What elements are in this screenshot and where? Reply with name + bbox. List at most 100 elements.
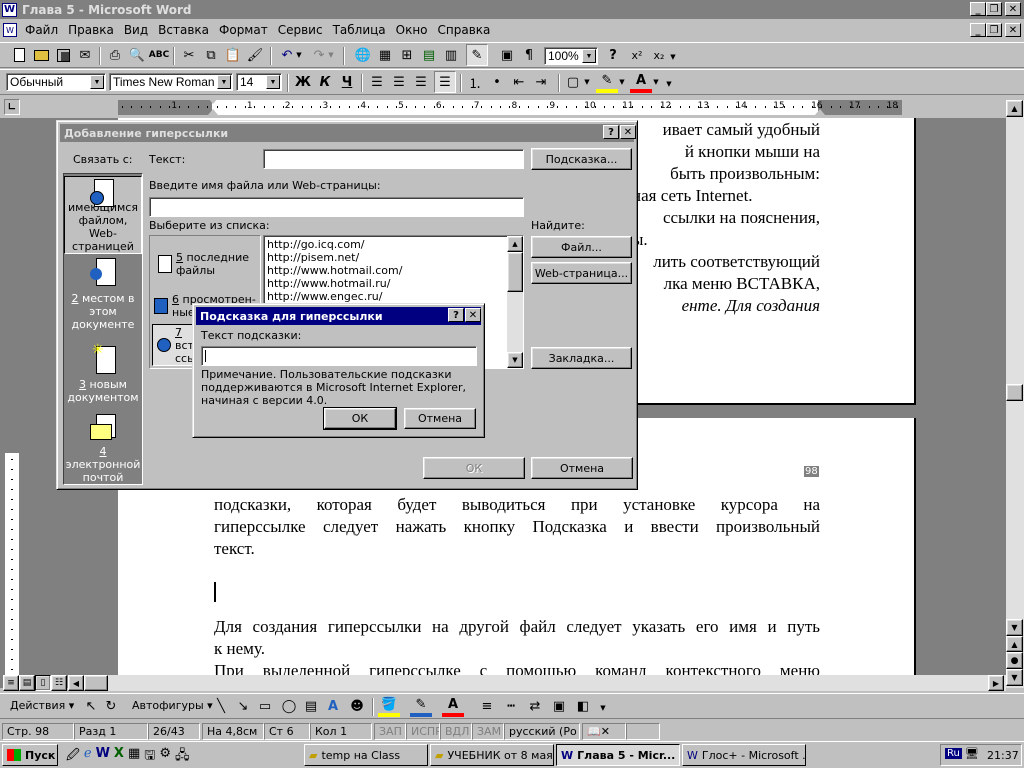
file-name-field[interactable] [149,197,524,217]
scroll-thumb[interactable] [1006,384,1023,401]
status-trk[interactable]: ИСПР [406,723,440,740]
align-left-icon[interactable]: ☰ [366,71,388,93]
restore-button[interactable]: ❐ [986,2,1002,16]
print-preview-icon[interactable]: 🔍 [126,44,148,66]
language-indicator[interactable]: Ru [945,748,962,759]
doc-minimize-button[interactable]: _ [970,23,986,37]
status-ovr[interactable]: ЗАМ [472,723,504,740]
menu-tools[interactable]: Сервис [273,23,328,37]
bullets-icon[interactable]: • [486,71,508,93]
tip-cancel-button[interactable]: Отмена [404,408,476,429]
format-painter-icon[interactable]: 🖌 [244,44,266,66]
increase-indent-icon[interactable]: ⇥ [530,71,552,93]
save-icon[interactable] [52,44,74,66]
menu-insert[interactable]: Вставка [153,23,214,37]
horizontal-ruler[interactable]: 1 1 2 3 4 5 6 7 8 9 10 11 12 13 14 15 16 17 18 [118,98,902,115]
spelling-icon[interactable]: ABC [148,44,170,66]
scroll-left-button[interactable]: ◀ [68,675,84,691]
align-right-icon[interactable]: ☰ [410,71,432,93]
app-icon-3[interactable]: ⚙ [159,746,171,764]
underline-icon[interactable]: Ч [336,71,358,93]
taskbar-item-glos[interactable]: W Глос+ - Microsoft ... [682,744,806,766]
scroll-up-button[interactable]: ▲ [507,236,523,252]
style-combo[interactable]: Обычный ▼ [6,73,106,91]
borders-dropdown-icon[interactable]: ▼ [582,71,592,93]
text-box-icon[interactable]: ▤ [300,695,322,717]
file-button[interactable]: Файл... [531,236,632,258]
list-item[interactable]: http://www.hotmail.com/ [264,264,523,277]
highlight-dropdown-icon[interactable]: ▼ [617,71,627,93]
select-browse-object-button[interactable]: ● [1006,652,1023,669]
italic-icon[interactable]: К [314,71,336,93]
hint-button[interactable]: Подсказка... [531,148,632,170]
font-color-dropdown-icon[interactable]: ▼ [651,71,661,93]
tray-icon[interactable]: 🖥 [965,747,979,760]
decrease-indent-icon[interactable]: ⇤ [508,71,530,93]
document-map-icon[interactable]: ▣ [496,44,518,66]
align-center-icon[interactable]: ☰ [388,71,410,93]
list-item[interactable]: http://pisem.net/ [264,251,523,264]
tip-ok-button[interactable]: ОК [323,407,397,430]
doc-restore-button[interactable]: ❐ [986,23,1002,37]
app-icon-4[interactable]: 🖧 [175,746,190,764]
prev-page-button[interactable]: ▲ [1006,636,1023,652]
web-page-button[interactable]: Web-страница... [531,262,632,284]
link-new-document[interactable]: ✳ 3 новым документом [64,343,142,416]
chevron-down-icon[interactable]: ▼ [90,75,104,89]
doc-control-icon[interactable]: W [3,23,17,37]
word-app-icon[interactable]: W [2,2,17,17]
tab-selector[interactable]: ∟ [4,99,20,115]
highlight-icon[interactable]: ✎ [596,71,618,93]
paste-icon[interactable]: 📋 [222,44,244,66]
list-item[interactable]: http://www.engec.ru/ [264,290,523,303]
scroll-thumb[interactable] [507,252,523,292]
status-ext[interactable]: ВДЛ [440,723,472,740]
print-icon[interactable]: ⎙ [104,44,126,66]
word-icon[interactable]: W [96,746,110,764]
right-indent-marker[interactable] [815,109,825,115]
normal-view-button[interactable]: ≡ [3,675,19,691]
menu-help[interactable]: Справка [433,23,496,37]
actions-menu[interactable]: Действия ▾ [10,699,74,712]
app-icon-1[interactable]: ▦ [128,746,140,764]
tip-help-button[interactable]: ? [448,308,464,322]
select-objects-icon[interactable]: ↖ [80,695,102,717]
screen-tip-dialog[interactable]: Подсказка для гиперссылки ? ✕ Текст подс… [192,303,485,438]
scroll-up-button[interactable]: ▲ [1006,100,1023,117]
taskbar-item-textbook[interactable]: ▰ УЧЕБНИК от 8 мая [430,744,554,766]
menu-edit[interactable]: Правка [63,23,119,37]
taskbar-item-chapter5[interactable]: W Глава 5 - Micr... [556,744,680,766]
fill-color-icon[interactable]: 🪣 [378,695,400,717]
link-email[interactable]: 4 электронной почтой [64,414,142,484]
doc-close-button[interactable]: ✕ [1005,23,1021,37]
cut-icon[interactable]: ✂ [178,44,200,66]
print-layout-button[interactable]: ▯ [35,675,51,691]
zoom-combo[interactable]: 100% ▼ [544,47,598,65]
copy-icon[interactable]: ⧉ [200,44,222,66]
menu-file[interactable]: Файл [20,23,63,37]
arrow-icon[interactable]: ↘ [232,695,254,717]
bookmark-button[interactable]: Закладка... [531,347,632,369]
insert-table-icon[interactable]: ⊞ [396,44,418,66]
dialog-close-button[interactable]: ✕ [620,125,636,139]
arrow-style-icon[interactable]: ⇄ [524,695,546,717]
tables-borders-icon[interactable]: ▦ [374,44,396,66]
dash-style-icon[interactable]: ┅ [500,695,522,717]
list-item[interactable]: http://www.hotmail.ru/ [264,277,523,290]
chevron-down-icon[interactable]: ▼ [217,75,231,89]
h-scroll-thumb[interactable] [84,675,108,691]
cancel-button[interactable]: Отмена [531,457,633,479]
redo-dropdown-icon[interactable]: ▼ [326,44,336,66]
columns-icon[interactable]: ▥ [440,44,462,66]
wordart-icon[interactable]: A [322,695,344,717]
autoshapes-menu[interactable]: Автофигуры ▾ [132,699,213,712]
title-bar[interactable]: W Глава 5 - Microsoft Word [0,0,1024,19]
undo-dropdown-icon[interactable]: ▼ [294,44,304,66]
taskbar-item-temp[interactable]: ▰ temp на Class [304,744,428,766]
new-document-icon[interactable] [8,44,30,66]
insert-hyperlink-icon[interactable]: 🌐 [352,44,374,66]
superscript-icon[interactable]: x² [626,44,648,66]
link-existing-file[interactable]: 1 имеющимся файлом, Web-страницей [64,176,142,254]
list-item[interactable]: http://go.icq.com/ [264,238,523,251]
menu-table[interactable]: Таблица [328,23,391,37]
